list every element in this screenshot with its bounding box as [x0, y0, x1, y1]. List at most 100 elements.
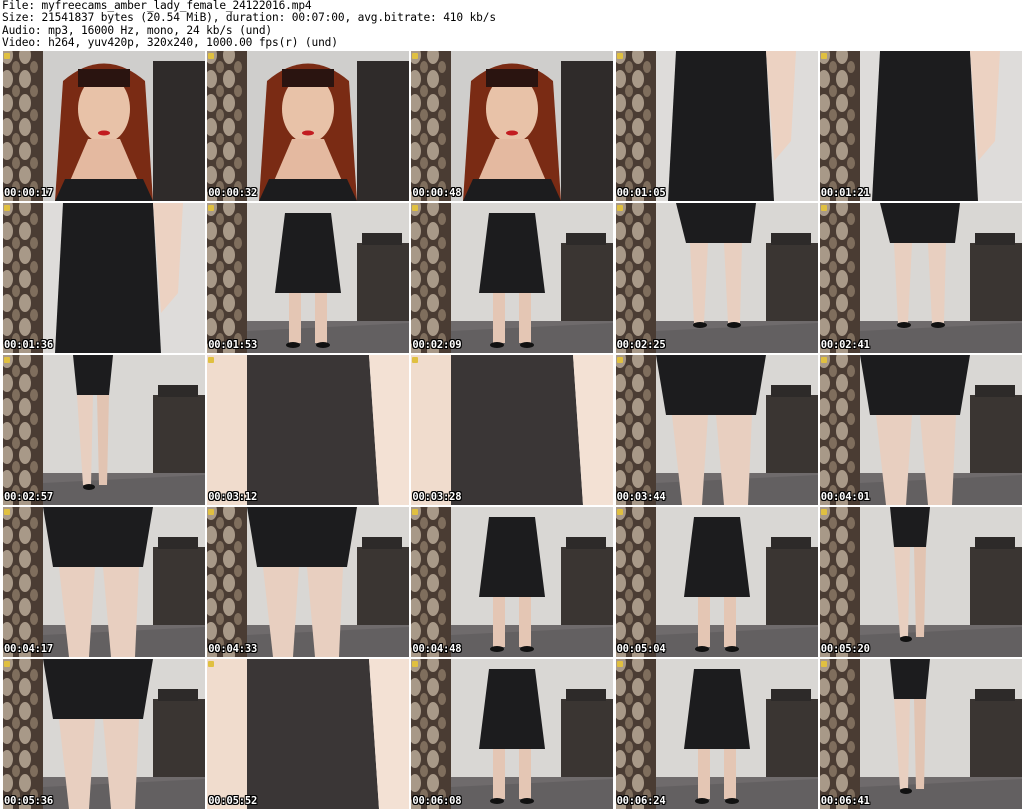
video-frame-image — [3, 355, 205, 505]
video-frame-image — [411, 51, 614, 201]
video-frame-image — [3, 203, 205, 353]
thumbnail-frame: 00:00:48 — [411, 51, 614, 201]
webcam-icon — [616, 53, 623, 59]
video-frame-image — [3, 659, 205, 809]
frame-timestamp: 00:05:04 — [616, 643, 666, 655]
frame-timestamp: 00:04:33 — [208, 643, 258, 655]
video-frame-image — [207, 507, 410, 657]
frame-timestamp: 00:00:48 — [412, 187, 462, 199]
video-frame-image — [207, 203, 410, 353]
thumbnail-frame: 00:03:12 — [207, 355, 410, 505]
thumbnail-frame: 00:02:41 — [819, 203, 1022, 353]
video-frame-image — [411, 659, 614, 809]
frame-timestamp: 00:00:32 — [208, 187, 258, 199]
webcam-icon — [412, 357, 419, 363]
webcam-icon — [820, 661, 827, 667]
frame-timestamp: 00:02:25 — [616, 339, 666, 351]
webcam-icon — [4, 53, 10, 59]
webcam-icon — [820, 53, 827, 59]
thumbnail-frame: 00:06:24 — [615, 659, 818, 809]
frame-timestamp: 00:05:36 — [4, 795, 53, 807]
thumbnail-frame: 00:06:41 — [819, 659, 1022, 809]
video-frame-image — [207, 51, 410, 201]
video-frame-image — [819, 507, 1022, 657]
thumbnail-frame: 00:04:33 — [207, 507, 410, 657]
frame-timestamp: 00:03:44 — [616, 491, 666, 503]
frame-timestamp: 00:02:09 — [412, 339, 462, 351]
frame-timestamp: 00:06:08 — [412, 795, 462, 807]
frame-timestamp: 00:05:52 — [208, 795, 258, 807]
video-frame-image — [615, 355, 818, 505]
video-frame-image — [615, 507, 818, 657]
frame-timestamp: 00:03:12 — [208, 491, 258, 503]
thumbnail-frame: 00:00:17 — [3, 51, 205, 201]
thumbnail-frame: 00:03:44 — [615, 355, 818, 505]
video-frame-image — [615, 203, 818, 353]
thumbnail-frame: 00:02:25 — [615, 203, 818, 353]
video-frame-image — [207, 355, 410, 505]
frame-timestamp: 00:02:41 — [820, 339, 870, 351]
webcam-icon — [208, 357, 215, 363]
frame-timestamp: 00:00:17 — [4, 187, 53, 199]
webcam-icon — [616, 509, 623, 515]
webcam-icon — [4, 661, 10, 667]
frame-timestamp: 00:01:36 — [4, 339, 53, 351]
webcam-icon — [820, 509, 827, 515]
thumbnail-frame: 00:01:21 — [819, 51, 1022, 201]
webcam-icon — [412, 509, 419, 515]
video-frame-image — [819, 355, 1022, 505]
webcam-icon — [4, 205, 10, 211]
thumbnail-frame: 00:02:09 — [411, 203, 614, 353]
video-frame-image — [819, 659, 1022, 809]
thumbnail-frame: 00:04:17 — [3, 507, 205, 657]
video-frame-image — [615, 51, 818, 201]
webcam-icon — [208, 509, 215, 515]
webcam-icon — [412, 661, 419, 667]
thumbnail-grid: 00:00:17 00:00:32 00:00:48 00:01:05 00:01:21… — [3, 51, 1022, 809]
video-frame-image — [819, 203, 1022, 353]
frame-timestamp: 00:04:01 — [820, 491, 870, 503]
thumbnail-frame: 00:02:57 — [3, 355, 205, 505]
thumbnail-frame: 00:06:08 — [411, 659, 614, 809]
webcam-icon — [4, 509, 10, 515]
webcam-icon — [412, 53, 419, 59]
frame-timestamp: 00:06:24 — [616, 795, 666, 807]
frame-timestamp: 00:02:57 — [4, 491, 53, 503]
video-frame-image — [411, 507, 614, 657]
frame-timestamp: 00:05:20 — [820, 643, 870, 655]
thumbnail-frame: 00:04:48 — [411, 507, 614, 657]
webcam-icon — [820, 357, 827, 363]
webcam-icon — [616, 661, 623, 667]
frame-timestamp: 00:01:21 — [820, 187, 870, 199]
webcam-icon — [208, 53, 215, 59]
thumbnail-frame: 00:00:32 — [207, 51, 410, 201]
video-frame-image — [3, 507, 205, 657]
webcam-icon — [412, 205, 419, 211]
webcam-icon — [820, 205, 827, 211]
frame-timestamp: 00:04:17 — [4, 643, 53, 655]
thumbnail-frame: 00:01:05 — [615, 51, 818, 201]
thumbnail-frame: 00:05:52 — [207, 659, 410, 809]
video-info-line: Video: h264, yuv420p, 320x240, 1000.00 f… — [2, 36, 338, 50]
video-frame-image — [207, 659, 410, 809]
file-size-line: Size: 21541837 bytes (20.54 MiB), durati… — [2, 11, 496, 25]
frame-timestamp: 00:06:41 — [820, 795, 870, 807]
thumbnail-frame: 00:04:01 — [819, 355, 1022, 505]
webcam-icon — [616, 205, 623, 211]
webcam-icon — [4, 357, 10, 363]
video-frame-image — [819, 51, 1022, 201]
thumbnail-frame: 00:01:53 — [207, 203, 410, 353]
frame-timestamp: 00:01:53 — [208, 339, 258, 351]
webcam-icon — [616, 357, 623, 363]
video-frame-image — [615, 659, 818, 809]
thumbnail-frame: 00:03:28 — [411, 355, 614, 505]
frame-timestamp: 00:01:05 — [616, 187, 666, 199]
frame-timestamp: 00:04:48 — [412, 643, 462, 655]
frame-timestamp: 00:03:28 — [412, 491, 462, 503]
file-info-header: File: myfreecams_amber_lady_female_24122… — [2, 0, 1022, 50]
webcam-icon — [208, 661, 215, 667]
thumbnail-frame: 00:05:36 — [3, 659, 205, 809]
thumbnail-frame: 00:05:20 — [819, 507, 1022, 657]
thumbnail-frame: 00:05:04 — [615, 507, 818, 657]
thumbnail-frame: 00:01:36 — [3, 203, 205, 353]
